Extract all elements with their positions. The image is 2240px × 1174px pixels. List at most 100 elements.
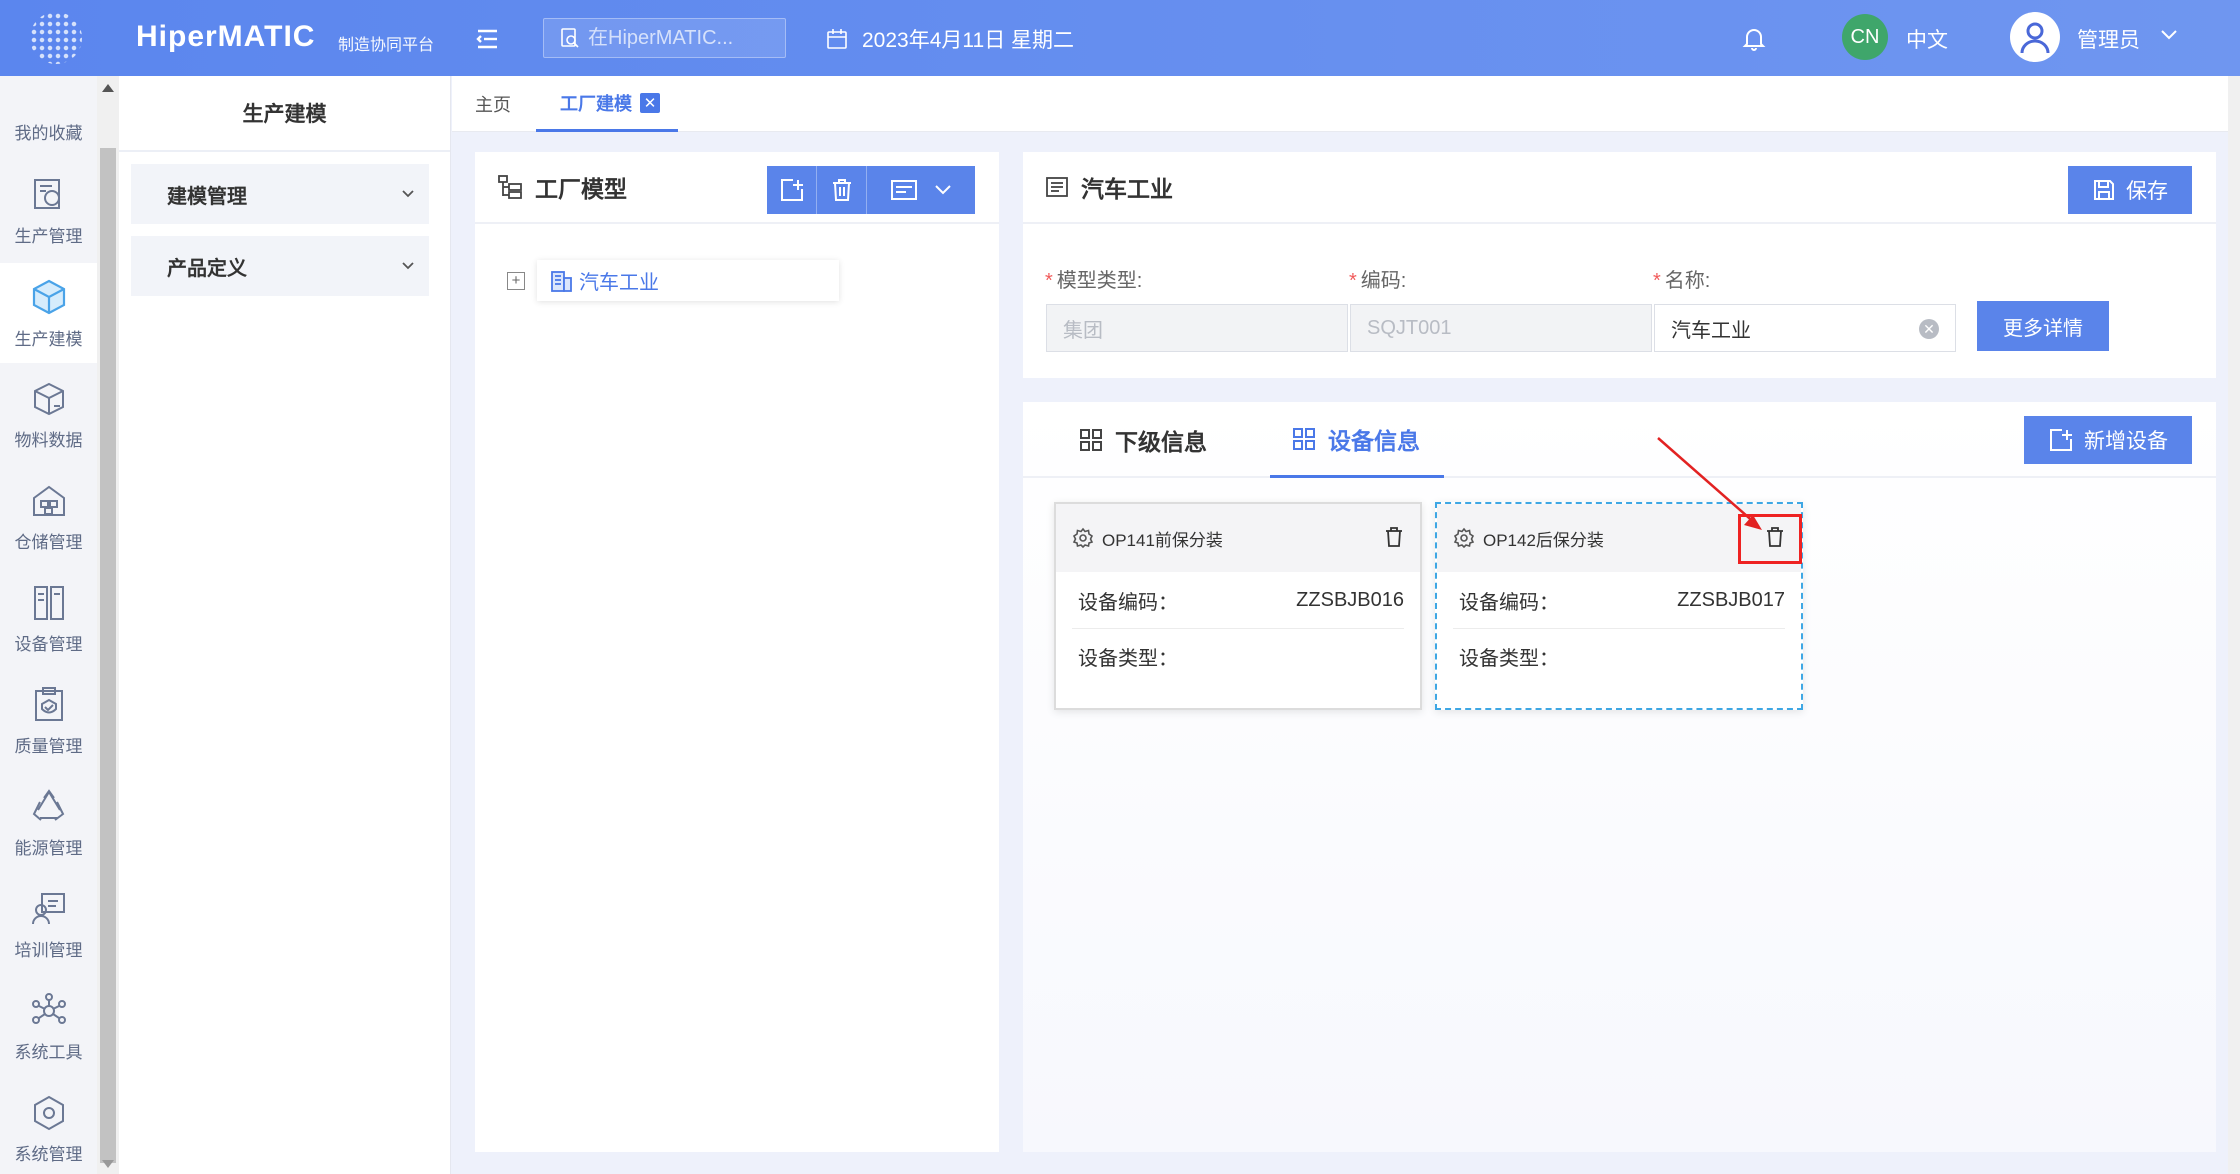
- device-code-value: ZZSBJB017: [1677, 588, 1785, 611]
- grid-icon: [1080, 429, 1102, 451]
- user-name[interactable]: 管理员: [2077, 24, 2140, 54]
- save-button[interactable]: 保存: [2068, 166, 2192, 214]
- rail-item-energy[interactable]: 能源管理: [0, 773, 97, 873]
- rail-item-tools[interactable]: 系统工具: [0, 977, 97, 1077]
- model-type-field: 集团: [1046, 304, 1348, 352]
- trash-icon[interactable]: [1384, 526, 1404, 553]
- device-code-row: 设备编码： ZZSBJB016: [1072, 572, 1404, 628]
- model-type-label: * 模型类型:: [1045, 270, 1143, 292]
- rail-item-system[interactable]: 系统管理: [0, 1079, 97, 1174]
- language-label[interactable]: 中文: [1906, 24, 1948, 54]
- tab-factory-modeling[interactable]: 工厂建模 ✕: [536, 76, 678, 132]
- rail-item-label: 培训管理: [14, 940, 83, 960]
- tree-node[interactable]: + 汽车工业: [507, 260, 839, 301]
- rail-item-label: 设备管理: [14, 634, 83, 654]
- page-tabs: 主页 工厂建模 ✕: [452, 76, 2240, 132]
- add-device-button[interactable]: 新增设备: [2024, 416, 2192, 464]
- rail-item-equipment[interactable]: 设备管理: [0, 569, 97, 669]
- gear-icon: [1453, 527, 1475, 549]
- add-node-button[interactable]: [767, 166, 817, 214]
- code-label: * 编码:: [1349, 270, 1407, 292]
- rail-scrollbar[interactable]: [97, 76, 119, 1174]
- chevron-down-icon[interactable]: [2160, 28, 2178, 46]
- training-icon: [31, 892, 65, 924]
- menu-collapse-icon[interactable]: [470, 22, 504, 56]
- bell-icon[interactable]: [1742, 26, 1766, 57]
- code-field: SQJT001: [1350, 304, 1652, 352]
- list-icon: [891, 180, 917, 200]
- device-name: OP142后保分装: [1483, 530, 1604, 550]
- submenu-group-modeling[interactable]: 建模管理: [131, 164, 429, 224]
- panel-title: 汽车工业: [1081, 176, 1173, 202]
- rail-item-quality[interactable]: 质量管理: [0, 671, 97, 771]
- rail-item-production[interactable]: 生产管理: [0, 161, 97, 261]
- device-code-label: 设备编码：: [1459, 591, 1559, 614]
- rail-item-warehouse[interactable]: 仓储管理: [0, 467, 97, 567]
- grid-icon: [1293, 427, 1315, 450]
- panel-title: 工厂模型: [535, 176, 627, 202]
- rail-item-label: 能源管理: [14, 838, 83, 858]
- rail-item-modeling[interactable]: 生产建模: [0, 263, 97, 363]
- name-field[interactable]: 汽车工业 ✕: [1654, 304, 1956, 352]
- name-value: 汽车工业: [1671, 319, 1751, 342]
- rail-item-label: 系统管理: [14, 1144, 83, 1164]
- tab-label: 设备信息: [1328, 427, 1420, 454]
- save-label: 保存: [2126, 180, 2168, 203]
- rail-item-label: 生产管理: [14, 226, 83, 246]
- quality-icon: [34, 686, 63, 721]
- gear-icon: [1072, 527, 1094, 549]
- document-icon: [1046, 177, 1068, 197]
- network-icon: [31, 992, 66, 1024]
- model-detail-panel: 汽车工业 保存 * 模型类型: 集团 * 编码: SQJT001 * 名称: 汽车工业…: [1023, 152, 2216, 378]
- language-badge[interactable]: CN: [1842, 14, 1888, 60]
- user-avatar[interactable]: [2010, 12, 2060, 62]
- page-scrollbar[interactable]: [2228, 76, 2240, 1174]
- save-icon: [2094, 180, 2114, 200]
- rail-item-label: 质量管理: [14, 736, 83, 756]
- add-device-label: 新增设备: [2084, 430, 2168, 453]
- device-type-label: 设备类型：: [1459, 648, 1559, 670]
- chevron-down-icon: [402, 190, 414, 198]
- calendar-icon: [827, 29, 847, 49]
- scroll-down-icon[interactable]: [102, 1160, 114, 1168]
- rail-item-favorites[interactable]: 我的收藏: [0, 46, 97, 146]
- scrollbar-thumb[interactable]: [100, 148, 116, 1163]
- search-doc-icon: [561, 28, 579, 48]
- scroll-up-icon[interactable]: [102, 84, 114, 92]
- more-details-button[interactable]: 更多详情: [1977, 301, 2109, 351]
- trash-icon: [832, 179, 851, 201]
- search-input[interactable]: [588, 26, 758, 50]
- device-code-row: 设备编码： ZZSBJB017: [1453, 572, 1785, 628]
- equipment-icon: [33, 585, 64, 620]
- close-icon[interactable]: ✕: [640, 92, 660, 113]
- tab-label: 下级信息: [1115, 429, 1207, 455]
- rail-item-label: 我的收藏: [14, 123, 83, 143]
- rail-item-material[interactable]: 物料数据: [0, 365, 97, 465]
- device-panel: 下级信息 设备信息 新增设备 OP141前保分装 设备编码： ZZSBJB016…: [1023, 402, 2216, 1152]
- submenu-title: 生产建模: [119, 76, 450, 152]
- name-label: * 名称:: [1653, 270, 1711, 292]
- rail-item-training[interactable]: 培训管理: [0, 875, 97, 975]
- tab-sub-info[interactable]: 下级信息: [1069, 402, 1217, 478]
- clear-icon[interactable]: ✕: [1919, 319, 1939, 339]
- current-date: 2023年4月11日 星期二: [826, 24, 1074, 54]
- submenu-group-label: 产品定义: [167, 257, 247, 280]
- production-icon: [33, 178, 60, 209]
- warehouse-icon: [32, 485, 65, 516]
- more-actions-dropdown[interactable]: [867, 166, 975, 214]
- tree-node-label[interactable]: 汽车工业: [537, 260, 839, 301]
- delete-node-button[interactable]: [817, 166, 867, 214]
- rail-item-label: 仓储管理: [14, 532, 83, 552]
- global-search[interactable]: [543, 18, 786, 58]
- tab-device-info[interactable]: 设备信息: [1270, 402, 1444, 478]
- cube-icon: [32, 279, 65, 314]
- submenu-group-product[interactable]: 产品定义: [131, 236, 429, 296]
- annotation-highlight-box: [1738, 514, 1802, 564]
- device-card[interactable]: OP141前保分装 设备编码： ZZSBJB016 设备类型：: [1054, 502, 1422, 710]
- expand-icon[interactable]: +: [507, 271, 525, 290]
- rail-item-label: 系统工具: [14, 1042, 83, 1062]
- tab-home[interactable]: 主页: [475, 76, 511, 132]
- tab-label: 工厂建模: [560, 93, 632, 114]
- recycle-icon: [32, 788, 64, 821]
- module-rail: 我的收藏 生产管理 生产建模 物料数据 仓储管理 设备管理 质量管理 能源管理 …: [0, 76, 97, 1174]
